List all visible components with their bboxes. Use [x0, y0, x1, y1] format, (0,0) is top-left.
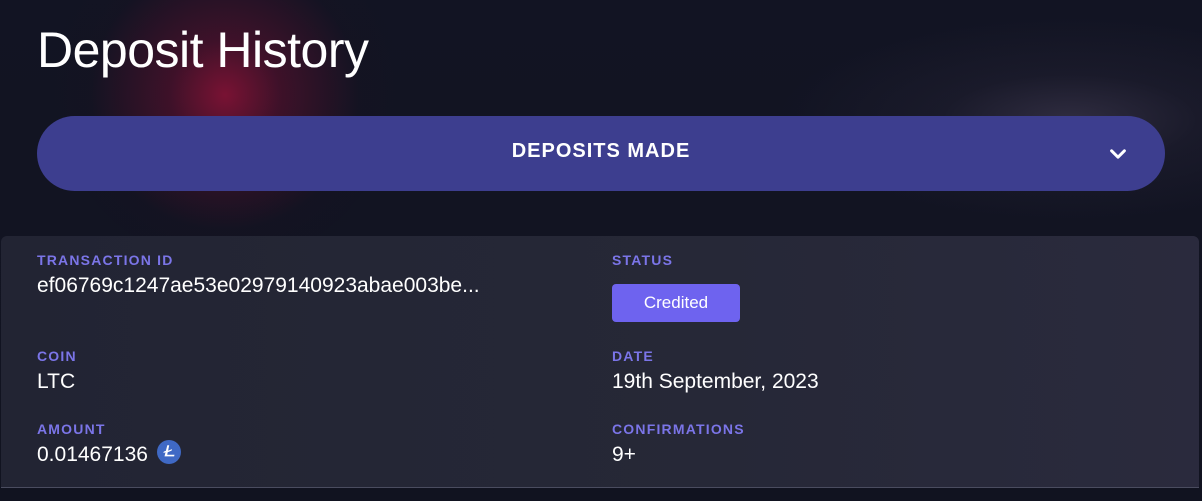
- amount-value: 0.01467136: [37, 443, 148, 466]
- confirmations-label: CONFIRMATIONS: [612, 421, 745, 437]
- date-field: DATE 19th September, 2023: [612, 348, 819, 396]
- litecoin-icon: [156, 440, 181, 464]
- chevron-down-icon: [1110, 149, 1126, 159]
- transaction-card: TRANSACTION ID ef06769c1247ae53e02979140…: [1, 236, 1199, 488]
- status-label: STATUS: [612, 252, 674, 268]
- amount-field: AMOUNT 0.01467136: [37, 421, 181, 469]
- transaction-id-label: TRANSACTION ID: [37, 252, 174, 268]
- deposit-filter-dropdown[interactable]: DEPOSITS MADE: [37, 116, 1165, 191]
- confirmations-value: 9+: [612, 443, 636, 466]
- confirmations-field: CONFIRMATIONS 9+: [612, 421, 745, 469]
- status-badge: Credited: [612, 284, 740, 322]
- coin-field: COIN LTC: [37, 348, 77, 396]
- amount-label: AMOUNT: [37, 421, 106, 437]
- coin-label: COIN: [37, 348, 77, 364]
- amount-row: 0.01467136: [37, 440, 181, 469]
- transaction-id-value: ef06769c1247ae53e02979140923abae003be...: [37, 274, 480, 297]
- transaction-id-field: TRANSACTION ID ef06769c1247ae53e02979140…: [37, 252, 480, 300]
- date-label: DATE: [612, 348, 654, 364]
- dropdown-selected-label: DEPOSITS MADE: [511, 140, 691, 162]
- date-value: 19th September, 2023: [612, 370, 819, 393]
- page-title: Deposit History: [37, 22, 369, 78]
- status-field: STATUS Credited: [612, 252, 740, 322]
- coin-value: LTC: [37, 370, 76, 393]
